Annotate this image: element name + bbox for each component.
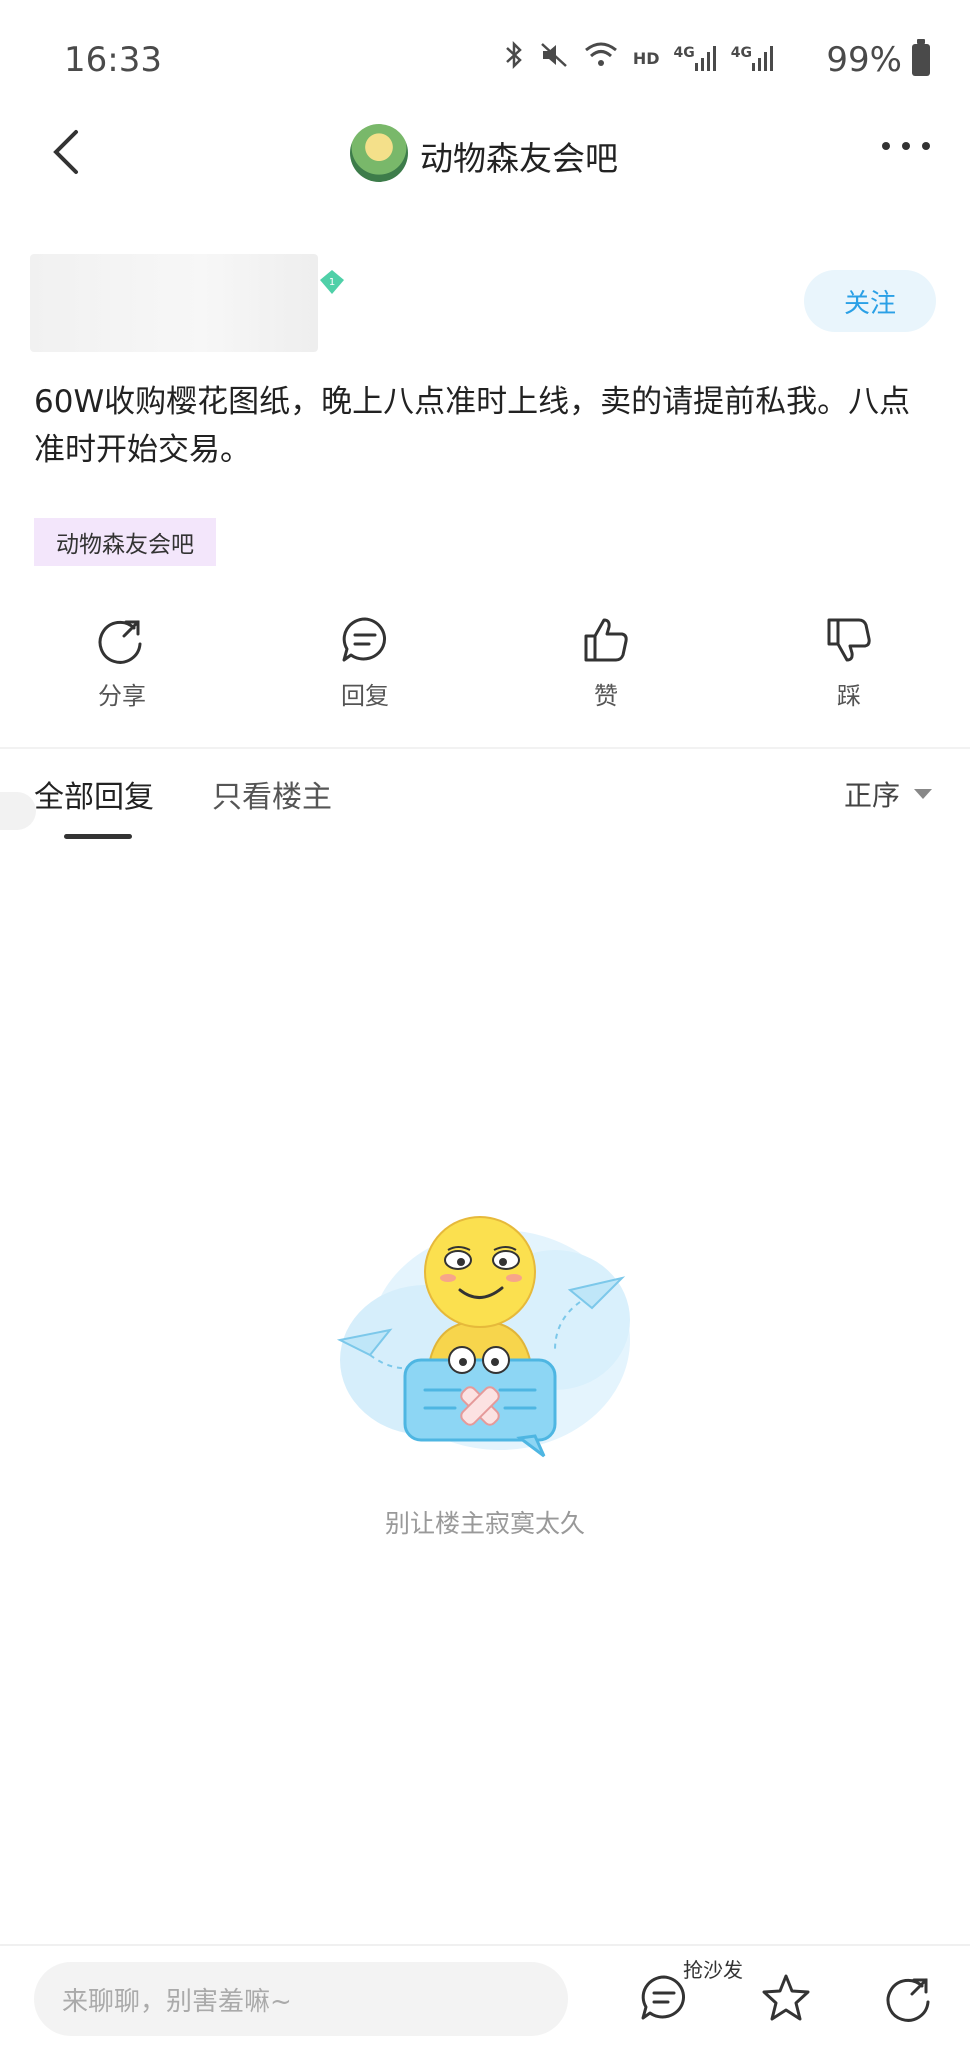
status-icons: HD 4G 4G	[503, 40, 774, 76]
reply-input[interactable]: 来聊聊，别害羞嘛~	[34, 1962, 568, 2036]
share-icon	[98, 620, 142, 664]
sort-dropdown[interactable]: 正序	[844, 774, 932, 814]
divider	[0, 747, 970, 749]
dislike-label: 踩	[837, 682, 861, 710]
post-text: 60W收购樱花图纸，晚上八点准时上线，卖的请提前私我。八点准时开始交易。	[34, 384, 911, 468]
bottom-divider	[0, 1944, 970, 1946]
signal-4g-1: 4G	[674, 45, 717, 71]
battery-percent: 99%	[826, 40, 902, 80]
battery-icon	[912, 39, 930, 76]
wifi-icon	[583, 40, 619, 76]
side-handle[interactable]	[0, 792, 36, 830]
share-label: 分享	[98, 682, 146, 710]
svg-text:1: 1	[329, 277, 335, 288]
bottom-share-button[interactable]	[884, 1972, 936, 2024]
share-icon	[886, 1978, 930, 2022]
empty-state-illustration	[330, 1210, 640, 1470]
hd-label: HD	[632, 48, 660, 68]
comment-icon	[342, 617, 386, 662]
level-badge: 1	[318, 268, 346, 296]
like-label: 赞	[594, 682, 618, 710]
grab-sofa-label: 抢沙发	[683, 1958, 743, 1982]
favorite-button[interactable]	[760, 1972, 812, 2024]
forum-avatar-icon[interactable]	[350, 124, 408, 182]
forum-tag[interactable]: 动物森友会吧	[34, 518, 216, 566]
sort-label: 正序	[843, 779, 900, 812]
share-button[interactable]: 分享	[52, 614, 192, 711]
dislike-button[interactable]: 踩	[779, 614, 919, 711]
like-button[interactable]: 赞	[536, 614, 676, 711]
gem-icon: 1	[320, 270, 344, 294]
forum-title[interactable]: 动物森友会吧	[420, 132, 618, 180]
caret-down-icon	[914, 789, 932, 799]
signal-4g-2: 4G	[731, 45, 774, 71]
tab-indicator	[64, 834, 132, 839]
empty-state-text: 别让楼主寂寞太久	[384, 1509, 585, 1538]
status-time: 16:33	[64, 40, 162, 80]
bottom-comment-button[interactable]	[638, 1972, 690, 2024]
thumbs-down-icon	[827, 618, 871, 662]
bluetooth-icon	[503, 40, 525, 76]
author-info-redacted[interactable]	[30, 254, 318, 352]
tab-owner-only[interactable]: 只看楼主	[212, 772, 332, 816]
thumbs-up-icon	[584, 618, 628, 662]
more-dots-icon[interactable]	[882, 142, 930, 150]
back-button[interactable]	[48, 128, 88, 176]
mute-icon	[539, 40, 569, 76]
follow-button[interactable]: 关注	[804, 270, 936, 332]
reply-label: 回复	[341, 682, 389, 710]
comment-icon	[641, 1975, 685, 2020]
tab-all-replies[interactable]: 全部回复	[34, 772, 154, 816]
reply-button[interactable]: 回复	[295, 614, 435, 711]
star-icon	[762, 1974, 810, 2021]
chevron-left-icon	[53, 130, 78, 174]
